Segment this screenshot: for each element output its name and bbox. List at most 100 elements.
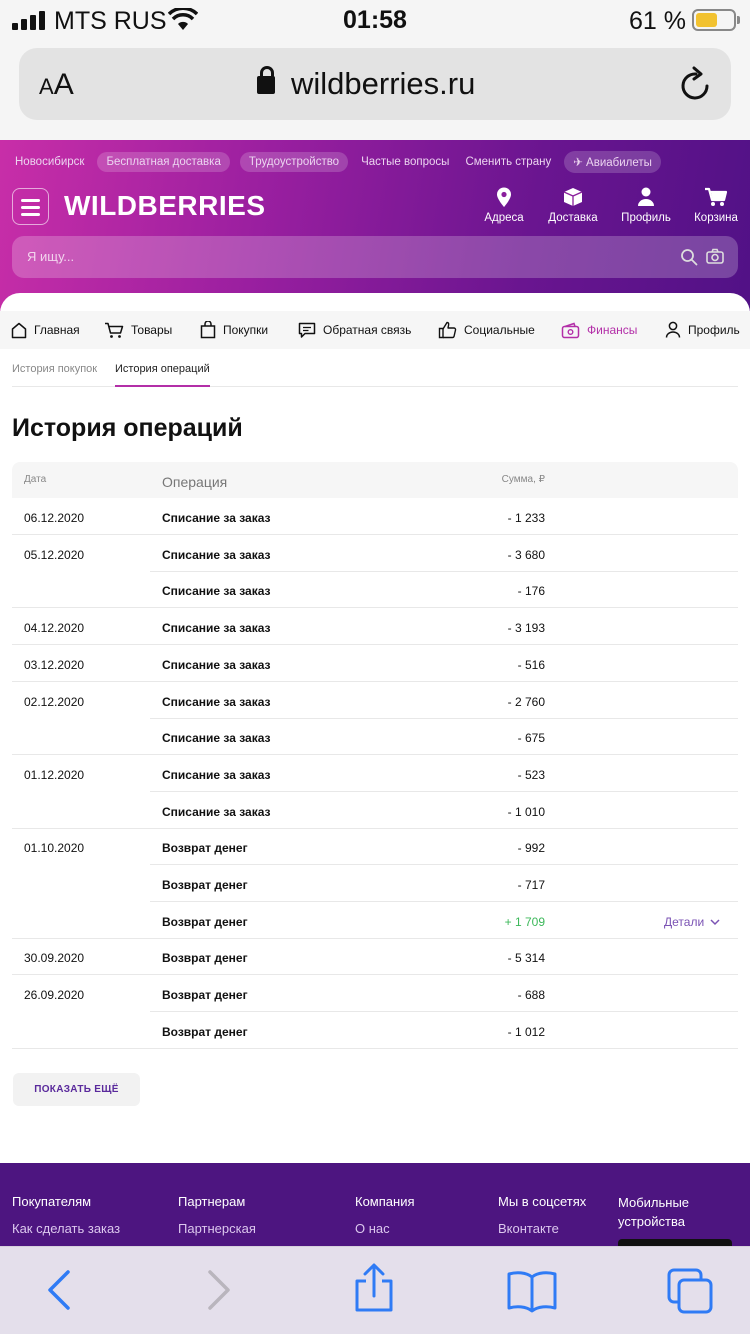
row-operation: Возврат денег <box>162 988 248 1003</box>
bookmarks-icon[interactable] <box>506 1269 558 1318</box>
tabs-icon[interactable] <box>666 1267 714 1320</box>
jobs-link[interactable]: Трудоустройство <box>239 152 349 172</box>
row-operation: Списание за заказ <box>162 657 271 672</box>
free-delivery-link[interactable]: Бесплатная доставка <box>97 152 230 172</box>
row-date: 03.12.2020 <box>24 657 85 672</box>
user-icon <box>665 321 681 338</box>
details-button[interactable]: Детали <box>664 915 720 929</box>
wallet-icon <box>561 322 580 338</box>
url-field[interactable]: AA wildberries.ru <box>19 48 731 120</box>
page-title: История операций <box>12 414 243 442</box>
footer-col-social: Мы в соцсетях Вконтакте <box>498 1194 587 1236</box>
row-sum: - 1 012 <box>507 1024 545 1039</box>
city-selector[interactable]: Новосибирск <box>12 152 87 172</box>
table-row: 04.12.2020 Списание за заказ - 3 193 <box>12 608 738 646</box>
account-nav-feedback[interactable]: Обратная связь <box>298 311 411 349</box>
table-row: Возврат денег - 1 012 <box>12 1012 738 1049</box>
column-operation: Операция <box>162 474 228 490</box>
row-operation: Возврат денег <box>162 914 248 929</box>
back-icon[interactable] <box>44 1269 74 1316</box>
row-date: 05.12.2020 <box>24 547 85 562</box>
tab-purchase-history[interactable]: История покупок <box>12 363 97 375</box>
row-sum: - 5 314 <box>507 951 545 966</box>
change-country-link[interactable]: Сменить страну <box>462 152 554 172</box>
account-nav-finance[interactable]: Финансы <box>561 311 637 349</box>
lock-icon <box>257 66 275 94</box>
row-date: 26.09.2020 <box>24 988 85 1003</box>
tab-operations-history[interactable]: История операций <box>115 363 210 387</box>
header-addresses[interactable]: Адреса <box>469 186 539 224</box>
url-text[interactable]: wildberries.ru <box>291 66 475 102</box>
chat-icon <box>298 322 316 338</box>
forward-icon[interactable] <box>204 1269 234 1316</box>
status-bar: MTS RUS 01:58 61 % <box>0 0 750 40</box>
menu-button[interactable] <box>12 188 49 225</box>
row-operation: Списание за заказ <box>162 511 271 525</box>
chevron-down-icon <box>710 915 720 929</box>
footer-col-mobile: Мобильные устройства <box>618 1195 690 1229</box>
history-tabs: История покупок История операций <box>12 363 738 387</box>
row-operation: Возврат денег <box>162 951 248 966</box>
account-nav-purchases[interactable]: Покупки <box>200 311 268 349</box>
table-row: 01.10.2020 Возврат денег - 992 <box>12 828 738 866</box>
row-operation: Возврат денег <box>162 841 248 856</box>
table-row: 30.09.2020 Возврат денег - 5 314 <box>12 938 738 976</box>
row-operation: Списание за заказ <box>162 731 271 746</box>
faq-link[interactable]: Частые вопросы <box>358 152 452 172</box>
table-row: Возврат денег + 1 709 Детали <box>12 902 738 939</box>
account-nav-profile[interactable]: Профиль <box>665 311 740 349</box>
table-row: Возврат денег - 717 <box>12 865 738 902</box>
table-row: 02.12.2020 Списание за заказ - 2 760 <box>12 682 738 719</box>
table-row: 26.09.2020 Возврат денег - 688 <box>12 975 738 1013</box>
header-delivery[interactable]: Доставка <box>538 186 608 224</box>
row-date: 06.12.2020 <box>24 511 85 525</box>
table-row: Списание за заказ - 1 010 <box>12 792 738 829</box>
row-sum: - 2 760 <box>507 694 545 709</box>
account-nav-home[interactable]: Главная <box>11 311 80 349</box>
row-operation: Списание за заказ <box>162 547 271 562</box>
home-icon <box>11 322 27 338</box>
row-sum: - 688 <box>517 988 545 1003</box>
battery-icon <box>692 9 740 31</box>
cart-icon <box>105 322 124 338</box>
row-sum: - 516 <box>517 657 545 672</box>
flights-link[interactable]: ✈ Авиабилеты <box>564 151 661 173</box>
box-icon <box>563 188 583 206</box>
header-profile[interactable]: Профиль <box>611 186 681 224</box>
row-operation: Списание за заказ <box>162 804 271 819</box>
footer-link[interactable]: Как сделать заказ <box>12 1221 120 1236</box>
footer-col-company: Компания О нас <box>355 1194 415 1236</box>
header-top-links: Новосибирск Бесплатная доставка Трудоуст… <box>12 151 661 173</box>
row-date: 01.12.2020 <box>24 767 85 782</box>
plane-icon: ✈ <box>573 157 587 169</box>
share-icon[interactable] <box>352 1263 396 1318</box>
footer-link[interactable]: Вконтакте <box>498 1221 586 1236</box>
row-operation: Возврат денег <box>162 1024 248 1039</box>
row-sum: - 1 010 <box>507 804 545 819</box>
row-sum: - 675 <box>517 731 545 746</box>
row-date: 30.09.2020 <box>24 951 85 966</box>
search-input[interactable]: Я ищу... <box>12 236 738 278</box>
row-sum: - 3 680 <box>507 547 545 562</box>
table-row: Списание за заказ - 176 <box>12 571 738 609</box>
header-cart[interactable]: Корзина <box>681 186 750 224</box>
footer-col-partners: Партнерам Партнерская <box>178 1194 256 1236</box>
account-nav: Главная Товары Покупки Обратная связь Со… <box>0 311 750 349</box>
table-row: 01.12.2020 Списание за заказ - 523 <box>12 755 738 792</box>
search-placeholder: Я ищу... <box>27 249 75 264</box>
reader-settings-button[interactable]: AA <box>39 68 74 102</box>
row-operation: Возврат денег <box>162 878 248 892</box>
search-icon[interactable] <box>680 248 698 271</box>
logo[interactable]: WILDBERRIES <box>64 190 266 222</box>
show-more-button[interactable]: ПОКАЗАТЬ ЕЩЁ <box>13 1073 140 1106</box>
footer-link[interactable]: О нас <box>355 1221 415 1236</box>
row-date: 01.10.2020 <box>24 841 85 856</box>
site-header: Новосибирск Бесплатная доставка Трудоуст… <box>0 140 750 315</box>
account-nav-social[interactable]: Социальные <box>438 311 535 349</box>
camera-icon[interactable] <box>706 248 724 269</box>
account-nav-goods[interactable]: Товары <box>104 311 172 349</box>
row-operation: Списание за заказ <box>162 694 271 709</box>
footer-link[interactable]: Партнерская <box>178 1221 256 1236</box>
reload-icon[interactable] <box>679 66 713 107</box>
battery-percent: 61 % <box>629 7 686 35</box>
